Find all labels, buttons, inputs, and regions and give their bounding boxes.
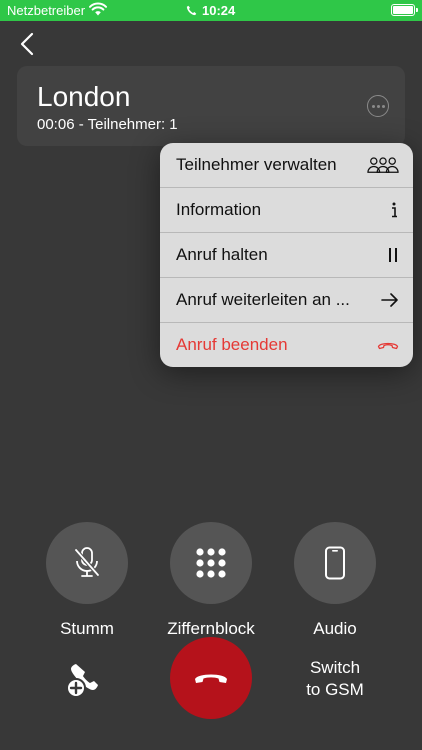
wifi-icon: [89, 2, 107, 16]
menu-item-hold-call[interactable]: Anruf halten: [160, 233, 413, 278]
back-arrow-icon[interactable]: [14, 30, 42, 58]
switch-to-gsm-button[interactable]: Switch to GSM: [290, 657, 380, 701]
mute-button[interactable]: [46, 522, 128, 604]
menu-item-manage-participants[interactable]: Teilnehmer verwalten: [160, 143, 413, 188]
keypad-icon: [196, 548, 226, 578]
status-bar: Netzbetreiber 10:24: [0, 0, 422, 21]
call-info-card: London 00:06 - Teilnehmer: 1: [17, 66, 405, 146]
battery-icon: [391, 4, 418, 16]
call-title: London: [37, 81, 131, 112]
menu-item-label: Teilnehmer verwalten: [176, 155, 337, 174]
menu-item-label: Anruf halten: [176, 245, 268, 264]
call-options-menu: Teilnehmer verwalten Information Anruf h…: [160, 143, 413, 367]
mute-label: Stumm: [60, 619, 114, 638]
switch-gsm-line1: Switch: [309, 658, 361, 677]
keypad-button[interactable]: [170, 522, 252, 604]
hangup-icon: [367, 335, 399, 355]
pause-icon: [367, 245, 399, 265]
participants-icon: [367, 155, 399, 175]
more-options-icon[interactable]: [367, 95, 389, 117]
menu-item-forward-call[interactable]: Anruf weiterleiten an ...: [160, 278, 413, 323]
arrow-right-icon: [367, 290, 399, 310]
clock: 10:24: [202, 3, 236, 18]
call-subtitle: 00:06 - Teilnehmer: 1: [37, 116, 178, 133]
smartphone-icon: [325, 546, 345, 580]
keypad-control: Ziffernblock: [167, 522, 255, 639]
audio-control: Audio: [293, 522, 377, 639]
audio-label: Audio: [313, 619, 357, 638]
info-icon: [367, 200, 399, 220]
microphone-off-icon: [74, 547, 100, 577]
add-participant-icon[interactable]: [62, 660, 106, 700]
menu-item-label: Information: [176, 200, 262, 219]
hangup-icon: [195, 674, 227, 683]
menu-item-end-call[interactable]: Anruf beenden: [160, 323, 413, 367]
menu-item-label: Anruf weiterleiten an ...: [176, 290, 350, 309]
menu-item-label: Anruf beenden: [176, 335, 288, 354]
audio-button[interactable]: [294, 522, 376, 604]
mute-control: Stumm: [45, 522, 129, 639]
phone-icon: [186, 5, 197, 16]
keypad-label: Ziffernblock: [167, 619, 255, 638]
status-center: 10:24: [186, 3, 235, 18]
switch-gsm-line2: to GSM: [306, 680, 364, 699]
carrier-name: Netzbetreiber: [7, 3, 86, 18]
menu-item-information[interactable]: Information: [160, 188, 413, 233]
hangup-button[interactable]: [170, 637, 252, 719]
